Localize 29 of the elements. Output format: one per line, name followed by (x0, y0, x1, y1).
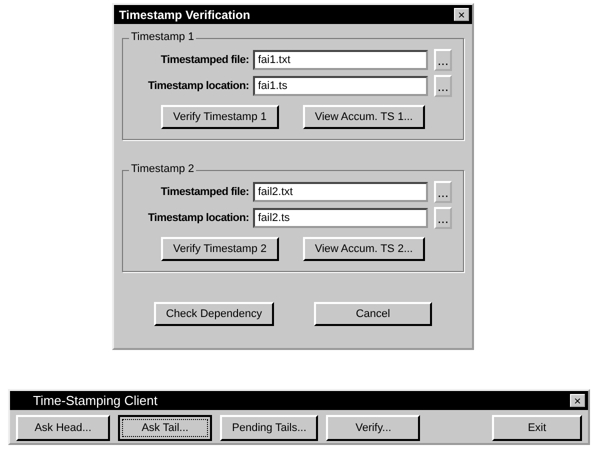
window-title: Time-Stamping Client (32, 393, 158, 408)
input-field[interactable]: fai1.txt (253, 50, 428, 70)
toolbar-button[interactable]: Ask Tail... (118, 415, 212, 441)
toolbar-button[interactable]: Verify... (326, 415, 420, 441)
close-button[interactable]: × (454, 8, 469, 21)
toolbar-button[interactable]: Exit (492, 415, 582, 441)
dialog-button[interactable]: View Accum. TS 1... (302, 105, 425, 129)
window-title: Timestamp Verification (119, 8, 250, 22)
group-title: Timestamp 1 (129, 31, 196, 43)
browse-button[interactable]: ... (434, 207, 452, 229)
field-label: Timestamped file: (160, 54, 250, 66)
input-field[interactable]: fail2.txt (253, 182, 428, 202)
dialog-button[interactable]: Verify Timestamp 2 (161, 237, 279, 261)
browse-button[interactable]: ... (434, 181, 452, 203)
browse-button[interactable]: ... (434, 49, 452, 71)
input-field[interactable]: fai1.ts (253, 76, 428, 96)
dialog-button[interactable]: Verify Timestamp 1 (161, 105, 279, 129)
field-label: Timestamp location: (146, 80, 250, 92)
dialog-button[interactable]: Check Dependency (154, 302, 274, 326)
field-label: Timestamp location: (146, 212, 250, 224)
input-field[interactable]: fail2.ts (253, 208, 428, 228)
field-label: Timestamped file: (160, 186, 250, 198)
group-title: Timestamp 2 (129, 163, 196, 175)
toolbar-button[interactable]: Pending Tails... (220, 415, 318, 441)
browse-button[interactable]: ... (434, 75, 452, 97)
dialog-button[interactable]: Cancel (314, 302, 432, 326)
close-button[interactable]: × (570, 394, 585, 407)
dialog-button[interactable]: View Accum. TS 2... (302, 237, 425, 261)
toolbar-button[interactable]: Ask Head... (16, 415, 110, 441)
